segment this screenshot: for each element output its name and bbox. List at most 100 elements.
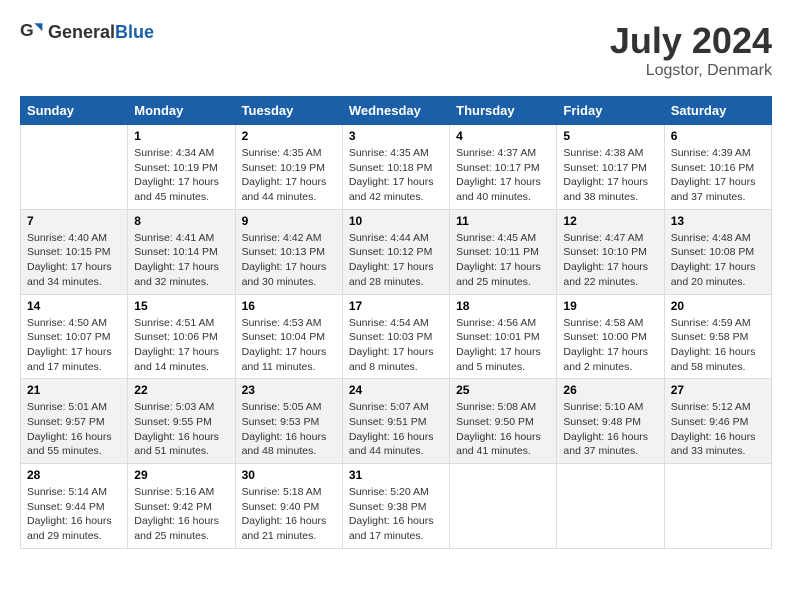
- calendar-cell: [557, 464, 664, 549]
- day-info: Sunrise: 4:50 AM Sunset: 10:07 PM Daylig…: [27, 316, 121, 375]
- day-number: 23: [242, 383, 336, 397]
- day-info: Sunrise: 5:03 AM Sunset: 9:55 PM Dayligh…: [134, 400, 228, 459]
- day-info: Sunrise: 4:35 AM Sunset: 10:19 PM Daylig…: [242, 146, 336, 205]
- day-header-friday: Friday: [557, 97, 664, 125]
- day-info: Sunrise: 5:14 AM Sunset: 9:44 PM Dayligh…: [27, 485, 121, 544]
- day-info: Sunrise: 4:42 AM Sunset: 10:13 PM Daylig…: [242, 231, 336, 290]
- calendar-cell: 14 Sunrise: 4:50 AM Sunset: 10:07 PM Dayl…: [21, 294, 128, 379]
- calendar-cell: 21 Sunrise: 5:01 AM Sunset: 9:57 PM Dayli…: [21, 379, 128, 464]
- day-number: 16: [242, 299, 336, 313]
- calendar-cell: [21, 125, 128, 210]
- day-info: Sunrise: 4:47 AM Sunset: 10:10 PM Daylig…: [563, 231, 657, 290]
- day-header-sunday: Sunday: [21, 97, 128, 125]
- day-header-tuesday: Tuesday: [235, 97, 342, 125]
- calendar-header-row: SundayMondayTuesdayWednesdayThursdayFrid…: [21, 97, 772, 125]
- title-block: July 2024 Logstor, Denmark: [610, 20, 772, 80]
- day-number: 17: [349, 299, 443, 313]
- calendar-cell: 27 Sunrise: 5:12 AM Sunset: 9:46 PM Dayli…: [664, 379, 771, 464]
- day-info: Sunrise: 4:40 AM Sunset: 10:15 PM Daylig…: [27, 231, 121, 290]
- calendar-cell: [450, 464, 557, 549]
- day-number: 27: [671, 383, 765, 397]
- day-info: Sunrise: 4:41 AM Sunset: 10:14 PM Daylig…: [134, 231, 228, 290]
- calendar-cell: 5Sunrise: 4:38 AM Sunset: 10:17 PM Dayli…: [557, 125, 664, 210]
- calendar-cell: 30Sunrise: 5:18 AM Sunset: 9:40 PM Dayli…: [235, 464, 342, 549]
- calendar-cell: 15 Sunrise: 4:51 AM Sunset: 10:06 PM Dayl…: [128, 294, 235, 379]
- calendar-cell: 10 Sunrise: 4:44 AM Sunset: 10:12 PM Dayl…: [342, 209, 449, 294]
- day-number: 31: [349, 468, 443, 482]
- day-header-thursday: Thursday: [450, 97, 557, 125]
- day-number: 6: [671, 129, 765, 143]
- calendar-cell: 23 Sunrise: 5:05 AM Sunset: 9:53 PM Dayli…: [235, 379, 342, 464]
- calendar-cell: 26 Sunrise: 5:10 AM Sunset: 9:48 PM Dayli…: [557, 379, 664, 464]
- day-number: 29: [134, 468, 228, 482]
- day-number: 15: [134, 299, 228, 313]
- day-number: 20: [671, 299, 765, 313]
- day-info: Sunrise: 5:18 AM Sunset: 9:40 PM Dayligh…: [242, 485, 336, 544]
- calendar-cell: 18 Sunrise: 4:56 AM Sunset: 10:01 PM Dayl…: [450, 294, 557, 379]
- day-info: Sunrise: 4:38 AM Sunset: 10:17 PM Daylig…: [563, 146, 657, 205]
- calendar-week-row: 7 Sunrise: 4:40 AM Sunset: 10:15 PM Dayli…: [21, 209, 772, 294]
- calendar-cell: 28 Sunrise: 5:14 AM Sunset: 9:44 PM Dayli…: [21, 464, 128, 549]
- day-info: Sunrise: 5:05 AM Sunset: 9:53 PM Dayligh…: [242, 400, 336, 459]
- day-number: 26: [563, 383, 657, 397]
- calendar-cell: 19 Sunrise: 4:58 AM Sunset: 10:00 PM Dayl…: [557, 294, 664, 379]
- calendar-cell: 13 Sunrise: 4:48 AM Sunset: 10:08 PM Dayl…: [664, 209, 771, 294]
- calendar-cell: 20 Sunrise: 4:59 AM Sunset: 9:58 PM Dayli…: [664, 294, 771, 379]
- location: Logstor, Denmark: [610, 62, 772, 80]
- calendar-cell: [664, 464, 771, 549]
- day-info: Sunrise: 4:56 AM Sunset: 10:01 PM Daylig…: [456, 316, 550, 375]
- calendar-table: SundayMondayTuesdayWednesdayThursdayFrid…: [20, 96, 772, 549]
- day-number: 9: [242, 214, 336, 228]
- day-info: Sunrise: 4:39 AM Sunset: 10:16 PM Daylig…: [671, 146, 765, 205]
- svg-text:G: G: [20, 20, 34, 40]
- logo-icon: G: [20, 20, 44, 44]
- day-info: Sunrise: 4:51 AM Sunset: 10:06 PM Daylig…: [134, 316, 228, 375]
- calendar-cell: 1Sunrise: 4:34 AM Sunset: 10:19 PM Dayli…: [128, 125, 235, 210]
- calendar-cell: 9 Sunrise: 4:42 AM Sunset: 10:13 PM Dayli…: [235, 209, 342, 294]
- day-info: Sunrise: 5:10 AM Sunset: 9:48 PM Dayligh…: [563, 400, 657, 459]
- day-header-wednesday: Wednesday: [342, 97, 449, 125]
- day-info: Sunrise: 5:16 AM Sunset: 9:42 PM Dayligh…: [134, 485, 228, 544]
- day-info: Sunrise: 4:58 AM Sunset: 10:00 PM Daylig…: [563, 316, 657, 375]
- day-info: Sunrise: 5:07 AM Sunset: 9:51 PM Dayligh…: [349, 400, 443, 459]
- page-header: G GeneralBlue July 2024 Logstor, Denmark: [20, 20, 772, 80]
- day-number: 4: [456, 129, 550, 143]
- day-number: 7: [27, 214, 121, 228]
- calendar-week-row: 28 Sunrise: 5:14 AM Sunset: 9:44 PM Dayli…: [21, 464, 772, 549]
- day-number: 10: [349, 214, 443, 228]
- day-number: 25: [456, 383, 550, 397]
- day-info: Sunrise: 4:44 AM Sunset: 10:12 PM Daylig…: [349, 231, 443, 290]
- day-info: Sunrise: 5:12 AM Sunset: 9:46 PM Dayligh…: [671, 400, 765, 459]
- day-number: 2: [242, 129, 336, 143]
- calendar-week-row: 14 Sunrise: 4:50 AM Sunset: 10:07 PM Dayl…: [21, 294, 772, 379]
- day-info: Sunrise: 4:48 AM Sunset: 10:08 PM Daylig…: [671, 231, 765, 290]
- calendar-cell: 16Sunrise: 4:53 AM Sunset: 10:04 PM Dayl…: [235, 294, 342, 379]
- calendar-cell: 29 Sunrise: 5:16 AM Sunset: 9:42 PM Dayli…: [128, 464, 235, 549]
- day-info: Sunrise: 5:08 AM Sunset: 9:50 PM Dayligh…: [456, 400, 550, 459]
- calendar-cell: 4Sunrise: 4:37 AM Sunset: 10:17 PM Dayli…: [450, 125, 557, 210]
- day-number: 3: [349, 129, 443, 143]
- day-number: 13: [671, 214, 765, 228]
- day-number: 28: [27, 468, 121, 482]
- calendar-cell: 25 Sunrise: 5:08 AM Sunset: 9:50 PM Dayli…: [450, 379, 557, 464]
- day-number: 1: [134, 129, 228, 143]
- day-info: Sunrise: 5:20 AM Sunset: 9:38 PM Dayligh…: [349, 485, 443, 544]
- day-number: 8: [134, 214, 228, 228]
- day-info: Sunrise: 4:35 AM Sunset: 10:18 PM Daylig…: [349, 146, 443, 205]
- calendar-cell: 24 Sunrise: 5:07 AM Sunset: 9:51 PM Dayli…: [342, 379, 449, 464]
- day-number: 21: [27, 383, 121, 397]
- logo: G GeneralBlue: [20, 20, 154, 44]
- calendar-cell: 31 Sunrise: 5:20 AM Sunset: 9:38 PM Dayli…: [342, 464, 449, 549]
- day-info: Sunrise: 4:59 AM Sunset: 9:58 PM Dayligh…: [671, 316, 765, 375]
- day-number: 19: [563, 299, 657, 313]
- calendar-cell: 17 Sunrise: 4:54 AM Sunset: 10:03 PM Dayl…: [342, 294, 449, 379]
- calendar-cell: 3 Sunrise: 4:35 AM Sunset: 10:18 PM Dayli…: [342, 125, 449, 210]
- logo-general: General: [48, 22, 115, 42]
- day-info: Sunrise: 5:01 AM Sunset: 9:57 PM Dayligh…: [27, 400, 121, 459]
- month-year: July 2024: [610, 20, 772, 62]
- day-number: 18: [456, 299, 550, 313]
- day-info: Sunrise: 4:54 AM Sunset: 10:03 PM Daylig…: [349, 316, 443, 375]
- day-number: 14: [27, 299, 121, 313]
- day-number: 12: [563, 214, 657, 228]
- day-number: 24: [349, 383, 443, 397]
